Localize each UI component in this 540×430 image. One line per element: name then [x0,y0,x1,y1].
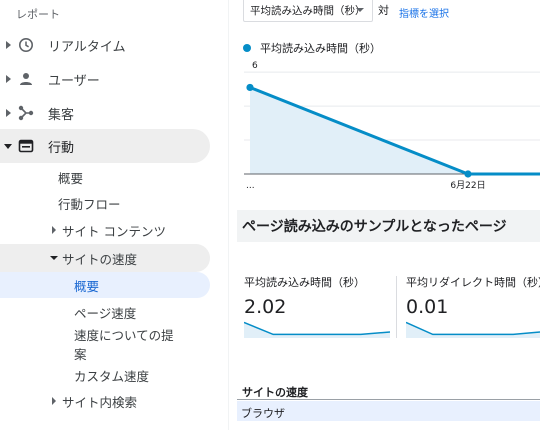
sidebar-item-label: 行動 [48,140,75,156]
sidebar-item-site-search[interactable]: サイト内検索 [0,390,210,412]
clock-icon [19,38,33,52]
kpi-sparkline [406,321,540,338]
table-header: サイトの速度 [242,386,308,399]
sidebar-item-speed-suggestions[interactable]: 速度についての提 案 [0,324,210,362]
sparkline-area [244,322,390,338]
sidebar-item-label: 集客 [48,107,75,123]
caret-right-icon[interactable] [6,41,11,49]
x-tick-label: ... [246,181,255,191]
caret-down-icon[interactable] [50,256,58,260]
kpi-sparkline [244,321,390,338]
data-point [464,170,472,178]
table-row[interactable]: ブラウザ [237,401,540,421]
kpi-label: 平均リダイレクト時間（秒） [406,276,540,289]
sidebar-item-speed-overview[interactable]: 概要 [0,272,210,298]
sidebar-item-behavior-overview[interactable]: 概要 [0,166,210,188]
sidebar-item-site-content[interactable]: サイト コンテンツ [0,219,210,241]
kpi-avg-redirect-time[interactable]: 平均リダイレクト時間（秒） 0.01 [406,274,540,318]
chart-legend: 平均読み込み時間（秒） [243,40,381,56]
kpi-value: 2.02 [244,296,287,318]
sparkline-area [406,322,540,338]
load-time-chart[interactable]: 246...6月22日 [244,58,540,192]
sidebar-item-label: リアルタイム [48,39,126,55]
sidebar: レポート リアルタイム ユーザー 集客 行動 概要 行動フロー サイト コンテン… [0,0,218,430]
kpi-value: 0.01 [406,296,449,318]
sidebar-item-page-speed[interactable]: ページ速度 [0,301,210,323]
chevron-down-icon [356,8,364,12]
behavior-icon [18,139,34,153]
legend-dot-icon [243,44,251,52]
sidebar-item-behavior[interactable]: 行動 [0,129,210,163]
caret-right-icon[interactable] [6,75,11,83]
sidebar-item-acquisition[interactable]: 集客 [0,96,210,130]
kpi-label: 平均読み込み時間（秒） [244,276,365,289]
series-area [250,87,540,174]
legend-series-label: 平均読み込み時間（秒） [260,42,381,55]
sidebar-item-custom-speed[interactable]: カスタム速度 [0,364,210,386]
caret-right-icon[interactable] [52,397,56,405]
sidebar-item-site-speed[interactable]: サイトの速度 [0,244,210,272]
person-icon [20,73,32,85]
reports-section-label: レポート [16,8,60,21]
select-metric-link[interactable]: 指標を選択 [399,5,449,20]
metric-dropdown-value: 平均読み込み時間（秒） [250,4,366,17]
sidebar-item-behavior-flow[interactable]: 行動フロー [0,192,210,214]
versus-label: 対 [378,4,389,17]
acquisition-icon [18,105,34,121]
caret-right-icon[interactable] [6,109,11,117]
x-tick-label: 6月22日 [450,180,485,191]
section-title: ページ読み込みのサンプルとなったページ [242,219,507,235]
sidebar-item-audience[interactable]: ユーザー [0,62,210,96]
sidebar-item-label: ユーザー [48,73,100,89]
data-point [246,83,254,92]
caret-down-icon[interactable] [4,143,12,149]
sidebar-divider [228,0,229,430]
metric-dropdown[interactable]: 平均読み込み時間（秒） [243,0,373,22]
y-tick-label: 6 [252,61,258,71]
kpi-avg-load-time[interactable]: 平均読み込み時間（秒） 2.02 [244,274,365,318]
table-header-divider [237,399,540,400]
sidebar-item-realtime[interactable]: リアルタイム [0,28,210,62]
table-cell: ブラウザ [241,407,285,420]
caret-right-icon[interactable] [52,226,56,234]
kpi-divider [396,276,397,338]
